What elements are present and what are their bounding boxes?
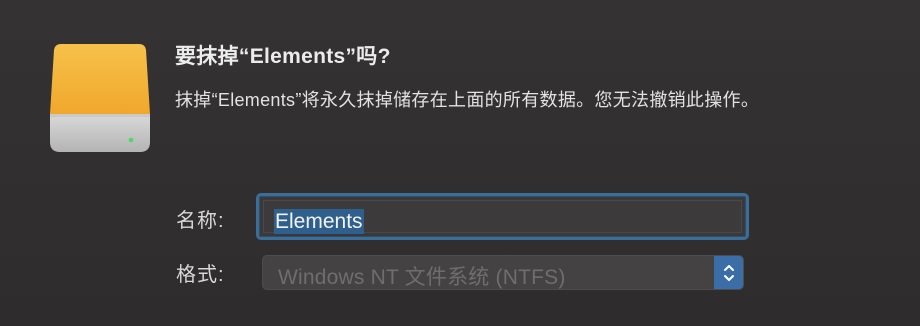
up-down-chevron-icon: [723, 265, 734, 281]
format-label: 格式:: [176, 264, 225, 286]
dialog-title: 要抹掉“Elements”吗?: [175, 45, 391, 68]
dialog-message: 抹掉“Elements”将永久抹掉储存在上面的所有数据。您无法撤销此操作。: [175, 90, 760, 110]
format-select[interactable]: Windows NT 文件系统 (NTFS): [262, 255, 744, 290]
name-field[interactable]: Elements: [256, 193, 749, 240]
format-stepper-button[interactable]: [714, 256, 743, 289]
external-drive-icon: [49, 42, 151, 154]
erase-disk-dialog: 要抹掉“Elements”吗? 抹掉“Elements”将永久抹掉储存在上面的所…: [0, 0, 920, 326]
format-select-value: Windows NT 文件系统 (NTFS): [278, 266, 566, 289]
name-input-value[interactable]: Elements: [274, 209, 364, 234]
name-label: 名称:: [176, 210, 225, 232]
name-input[interactable]: Elements: [263, 200, 742, 234]
